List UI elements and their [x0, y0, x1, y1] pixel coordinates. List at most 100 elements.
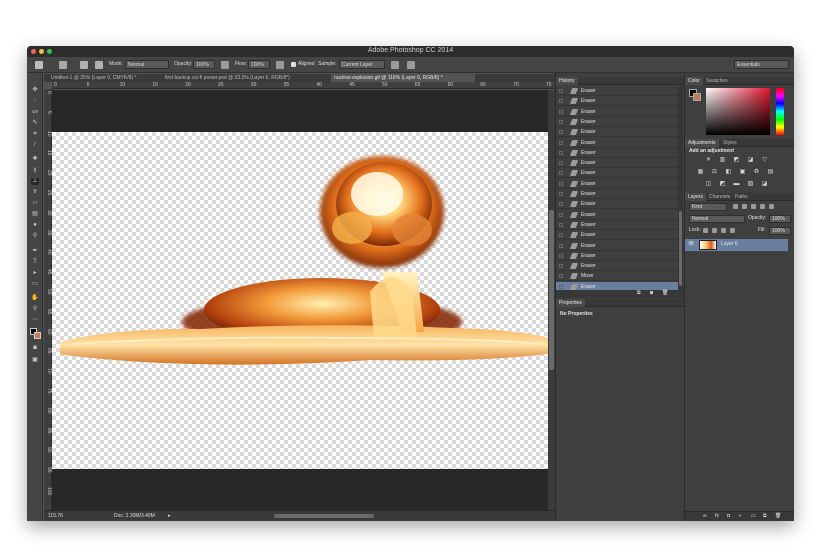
filter-pixel-icon[interactable] [733, 204, 738, 209]
tab-adjustments[interactable]: Adjustments [685, 139, 719, 147]
history-source-checkbox[interactable] [559, 284, 563, 289]
hue-slider[interactable] [776, 88, 784, 135]
opacity-field[interactable]: 100% [193, 60, 215, 69]
ignore-adjustment-icon[interactable] [391, 61, 399, 69]
history-source-checkbox[interactable] [559, 212, 563, 217]
history-brush-tool-icon[interactable]: ɤ [31, 189, 39, 196]
create-snapshot-icon[interactable]: ◙ [650, 290, 653, 297]
tab-swatches[interactable]: Swatches [703, 77, 731, 85]
history-state-row[interactable]: Eraser [556, 189, 678, 199]
airbrush-icon[interactable] [276, 61, 284, 69]
history-state-row[interactable]: Eraser [556, 117, 678, 127]
history-source-checkbox[interactable] [559, 161, 563, 166]
history-source-checkbox[interactable] [559, 202, 563, 207]
workspace-select[interactable]: Essentials [734, 60, 789, 69]
history-source-checkbox[interactable] [559, 233, 563, 238]
lock-pixels-icon[interactable] [712, 228, 717, 233]
mode-select[interactable]: Normal [125, 60, 169, 69]
tab-sci-fi-poster[interactable]: first backup sci-fi poster.psd @ 33.3% (… [162, 74, 330, 82]
history-state-row[interactable]: Eraser [556, 230, 678, 241]
history-source-checkbox[interactable] [559, 253, 563, 258]
adjustment-preset-icon[interactable]: ▽ [761, 157, 768, 163]
history-source-checkbox[interactable] [559, 222, 563, 227]
history-source-checkbox[interactable] [559, 99, 563, 104]
history-source-checkbox[interactable] [559, 181, 563, 186]
history-source-checkbox[interactable] [559, 150, 563, 155]
history-source-checkbox[interactable] [559, 192, 563, 196]
adjustment-preset-icon[interactable]: ▬ [733, 181, 740, 187]
adjustment-preset-icon[interactable]: ◪ [747, 157, 754, 163]
history-state-row[interactable]: Eraser [556, 220, 678, 230]
history-source-checkbox[interactable] [559, 274, 563, 279]
history-state-row[interactable]: Eraser [556, 168, 678, 179]
tab-channels[interactable]: Channels [706, 193, 733, 201]
blend-mode-select[interactable]: Normal [689, 215, 745, 223]
filter-type-icon[interactable] [751, 204, 756, 209]
adjustment-preset-icon[interactable]: ▦ [697, 169, 704, 175]
clone-stamp-tool-icon[interactable]: ⊥ [31, 178, 39, 185]
history-state-row[interactable]: Eraser [556, 241, 678, 251]
filter-smart-object-icon[interactable] [769, 204, 774, 209]
clone-stamp-tool-icon[interactable] [35, 61, 43, 69]
new-adjustment-layer-icon[interactable]: ◐ [739, 513, 742, 520]
layer-opacity-field[interactable]: 100% [769, 215, 791, 223]
history-source-checkbox[interactable] [559, 264, 563, 269]
add-mask-icon[interactable]: ◘ [727, 513, 730, 520]
marquee-tool-icon[interactable]: ◌ [31, 98, 39, 105]
history-state-row[interactable]: Eraser [556, 199, 678, 210]
layer-visibility-eye-icon[interactable]: 👁 [688, 241, 694, 248]
lock-position-icon[interactable] [721, 228, 726, 233]
screen-mode-icon[interactable]: ▣ [31, 357, 39, 364]
new-document-from-state-icon[interactable]: ⧉ [637, 290, 641, 297]
tab-layers[interactable]: Layers [685, 193, 707, 201]
dodge-tool-icon[interactable]: ⚲ [31, 233, 39, 240]
history-state-row[interactable]: Eraser [556, 96, 678, 107]
pressure-size-icon[interactable] [407, 61, 415, 69]
layer-name[interactable]: Layer 6 [721, 241, 738, 248]
link-layers-icon[interactable]: ∞ [703, 513, 707, 520]
document-canvas[interactable] [52, 132, 548, 469]
adjustment-preset-icon[interactable]: ⚖ [711, 169, 718, 175]
adjustment-preset-icon[interactable]: ♻ [753, 169, 760, 175]
lock-all-icon[interactable] [730, 228, 735, 233]
hand-tool-icon[interactable]: ✋ [31, 295, 39, 302]
history-state-row[interactable]: Eraser [556, 107, 678, 117]
history-state-row[interactable]: Move [556, 271, 678, 282]
history-state-row[interactable]: Eraser [556, 158, 678, 169]
sample-select[interactable]: Current Layer [339, 60, 385, 69]
eyedropper-tool-icon[interactable]: ⁄ [31, 142, 39, 149]
adjustment-preset-icon[interactable]: ▥ [719, 157, 726, 163]
adjustment-preset-icon[interactable]: ◩ [733, 157, 740, 163]
pressure-opacity-icon[interactable] [221, 61, 229, 69]
zoom-tool-icon[interactable]: ⚲ [31, 306, 39, 313]
eraser-tool-icon[interactable]: ▱ [31, 200, 39, 207]
brush-size-picker-icon[interactable] [59, 61, 67, 69]
background-color-swatch[interactable] [34, 332, 41, 339]
delete-layer-icon[interactable]: 🗑 [775, 513, 781, 520]
lasso-tool-icon[interactable]: ᔕ [31, 109, 39, 116]
more-tools-icon[interactable]: ⋯ [31, 317, 39, 324]
horizontal-scroll-thumb[interactable] [274, 514, 374, 518]
adjustment-preset-icon[interactable]: ☀ [705, 157, 712, 163]
type-tool-icon[interactable]: T [31, 259, 39, 266]
adjustment-preset-icon[interactable]: ◫ [705, 181, 712, 187]
filter-adjustment-icon[interactable] [742, 204, 747, 209]
blur-tool-icon[interactable]: ● [31, 222, 39, 229]
path-selection-tool-icon[interactable]: ▸ [31, 270, 39, 277]
history-state-row[interactable]: Eraser [556, 179, 678, 189]
history-state-row[interactable]: Eraser [556, 261, 678, 272]
new-group-icon[interactable]: ▭ [751, 513, 756, 520]
history-source-checkbox[interactable] [559, 130, 563, 135]
history-state-row[interactable]: Eraser [556, 138, 678, 148]
layer-row[interactable]: 👁 Layer 6 [685, 239, 788, 251]
canvas-vertical-scrollbar[interactable] [548, 90, 555, 510]
history-source-checkbox[interactable] [559, 89, 563, 93]
brush-panel-icon[interactable] [80, 61, 88, 69]
tab-properties[interactable]: Properties [556, 299, 585, 307]
move-tool-icon[interactable]: ✥ [31, 87, 39, 94]
pen-tool-icon[interactable]: ✒ [31, 248, 39, 255]
history-state-row[interactable]: Eraser [556, 127, 678, 138]
adjustment-preset-icon[interactable]: ▨ [747, 181, 754, 187]
layer-style-icon[interactable]: fx [715, 513, 719, 520]
adjustment-preset-icon[interactable]: ▣ [739, 169, 746, 175]
